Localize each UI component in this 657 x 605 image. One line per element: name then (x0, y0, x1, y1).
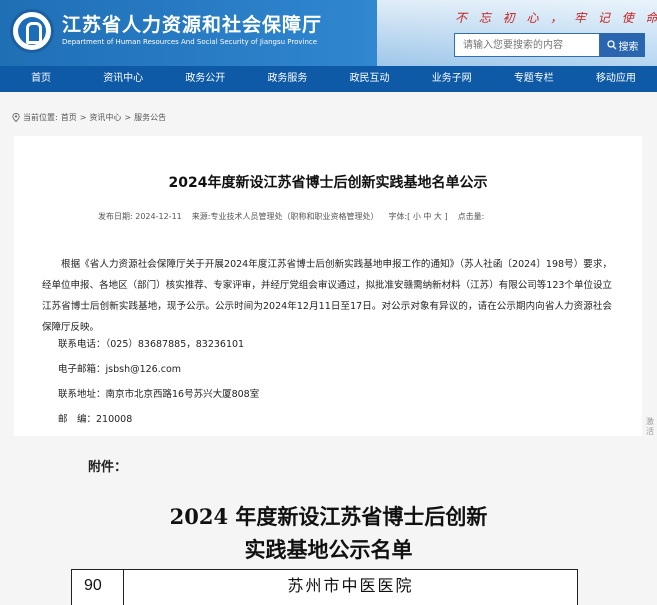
nav-item-interaction[interactable]: 政民互动 (329, 66, 411, 92)
breadcrumb-separator: > (79, 113, 87, 122)
publish-date: 发布日期: 2024-12-11 (98, 212, 182, 221)
breadcrumb-label: 当前位置: (23, 113, 58, 122)
site-subtitle: Department of Human Resources And Social… (62, 38, 318, 46)
main-nav: 首页 资讯中心 政务公开 政务服务 政民互动 业务子网 专题专栏 移动应用 (0, 66, 657, 92)
side-feedback-tab[interactable]: 激活 (643, 417, 657, 437)
contact-phone: 联系电话：（025）83687885，83236101 (58, 339, 245, 350)
search-button[interactable]: 搜索 (600, 33, 645, 57)
nav-item-mobile[interactable]: 移动应用 (575, 66, 657, 92)
attachment-doc-title: 2024 年度新设江苏省博士后创新 实践基地公示名单 (0, 500, 657, 566)
nav-item-news[interactable]: 资讯中心 (82, 66, 164, 92)
nav-item-gov-service[interactable]: 政务服务 (246, 66, 328, 92)
doc-title-line-1: 2024 年度新设江苏省博士后创新 (169, 504, 488, 529)
nav-item-home[interactable]: 首页 (0, 66, 82, 92)
contact-postcode: 邮 编：210008 (58, 414, 133, 425)
article-meta: 发布日期: 2024-12-11 来源:专业技术人员管理处（职称和职业资格管理处… (98, 211, 484, 222)
site-header: 江苏省人力资源和社会保障厅 Department of Human Resour… (0, 0, 657, 66)
article-title: 2024年度新设江苏省博士后创新实践基地名单公示 (168, 175, 488, 191)
article-source: 来源:专业技术人员管理处（职称和职业资格管理处） (191, 212, 379, 221)
breadcrumb-home[interactable]: 首页 (61, 112, 77, 123)
slogan: 不 忘 初 心 ， 牢 记 使 命 (455, 11, 657, 25)
font-size-control: 字体:[ 小 中 大 ] (388, 212, 448, 221)
site-logo[interactable] (10, 9, 54, 53)
search-button-label: 搜索 (618, 41, 639, 53)
breadcrumb-notices[interactable]: 服务公告 (134, 112, 166, 123)
contact-email: 电子邮箱：jsbsh@126.com (58, 364, 182, 375)
view-count: 点击量: (457, 212, 485, 221)
attachment-table-row: 90 苏州市中医医院 (71, 569, 578, 605)
breadcrumb-separator: > (124, 113, 132, 122)
doc-title-line-2: 实践基地公示名单 (244, 537, 413, 562)
article-panel: 2024年度新设江苏省博士后创新实践基地名单公示 发布日期: 2024-12-1… (14, 136, 642, 436)
nav-item-topics[interactable]: 专题专栏 (493, 66, 575, 92)
search-icon (606, 40, 616, 50)
nav-item-gov-open[interactable]: 政务公开 (164, 66, 246, 92)
breadcrumb-news[interactable]: 资讯中心 (89, 112, 121, 123)
row-number: 90 (72, 570, 124, 605)
row-unit-name: 苏州市中医医院 (287, 576, 414, 595)
site-title[interactable]: 江苏省人力资源和社会保障厅 (62, 10, 322, 37)
location-pin-icon (12, 113, 20, 122)
attachment-label: 附件： (88, 460, 128, 475)
contact-address: 联系地址：南京市北京西路16号苏兴大厦808室 (58, 389, 260, 400)
font-size-options[interactable]: [ 小 中 大 ] (407, 212, 447, 221)
breadcrumb: 当前位置: 首页 > 资讯中心 > 服务公告 (12, 112, 166, 123)
search-input[interactable] (454, 33, 600, 57)
nav-item-subsites[interactable]: 业务子网 (411, 66, 493, 92)
article-body: 根据《省人力资源社会保障厅关于开展2024年度江苏省博士后创新实践基地申报工作的… (42, 259, 612, 333)
